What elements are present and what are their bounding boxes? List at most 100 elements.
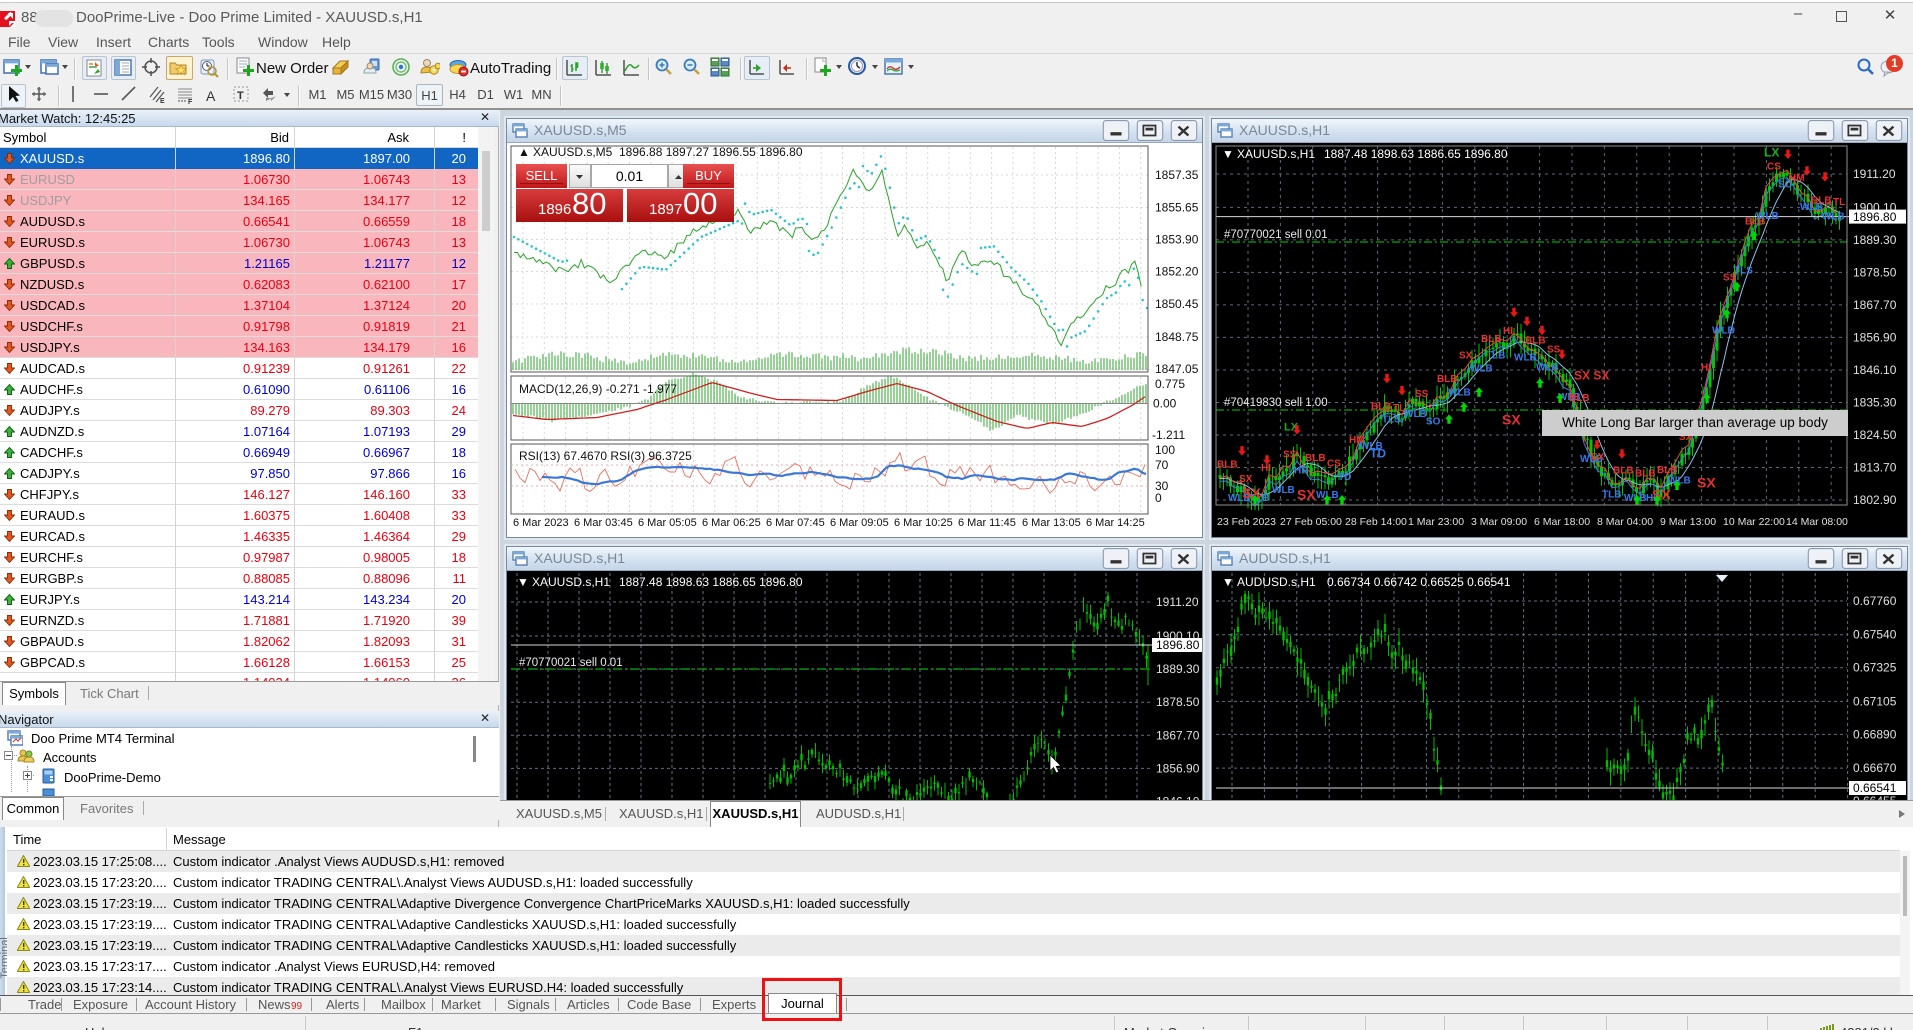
svg-text:WLB: WLB <box>1822 212 1845 223</box>
svg-text:1802.90: 1802.90 <box>1853 493 1897 507</box>
svg-text:WLB: WLB <box>1712 326 1735 337</box>
svg-text:SX: SX <box>1591 452 1605 463</box>
svg-text:1896.80: 1896.80 <box>1156 638 1200 652</box>
svg-text:BLB: BLB <box>1811 196 1832 207</box>
svg-text:8 Mar 04:00: 8 Mar 04:00 <box>1597 516 1653 528</box>
svg-text:28 Feb 14:00: 28 Feb 14:00 <box>1345 516 1407 528</box>
svg-text:SX: SX <box>1459 351 1473 362</box>
svg-text:SX SX: SX SX <box>1574 368 1609 382</box>
svg-text:SS: SS <box>1547 344 1561 355</box>
svg-text:F: F <box>188 99 193 105</box>
svg-text:SS: SS <box>1415 389 1429 400</box>
svg-text:BLB: BLB <box>1525 335 1546 346</box>
svg-text:BLB: BLB <box>1481 334 1502 345</box>
svg-text:1 Mar 23:00: 1 Mar 23:00 <box>1408 516 1464 528</box>
svg-text:1887.48 1898.63 1886.65 1896.8: 1887.48 1898.63 1886.65 1896.80 <box>1324 147 1508 161</box>
svg-text:SX: SX <box>1242 485 1261 501</box>
svg-text:0.66734 0.66742 0.66525 0.6654: 0.66734 0.66742 0.66525 0.66541 <box>1327 575 1511 589</box>
svg-text:0.67540: 0.67540 <box>1853 628 1897 642</box>
svg-text:TD: TD <box>1370 447 1386 461</box>
svg-text:1878.50: 1878.50 <box>1156 695 1200 709</box>
svg-text:#70770021 sell 0.01: #70770021 sell 0.01 <box>1224 229 1328 241</box>
svg-text:0.66541: 0.66541 <box>1853 781 1897 795</box>
svg-text:9 Mar 13:00: 9 Mar 13:00 <box>1660 516 1716 528</box>
svg-text:6 Mar 05:05: 6 Mar 05:05 <box>638 517 697 529</box>
svg-text:1846.10: 1846.10 <box>1853 363 1897 377</box>
svg-text:BLB: BLB <box>1613 465 1634 476</box>
svg-text:SX: SX <box>1297 487 1316 503</box>
svg-text:1867.70: 1867.70 <box>1853 298 1897 312</box>
svg-text:TD: TD <box>1338 472 1351 483</box>
svg-text:▼: ▼ <box>1222 147 1234 161</box>
svg-text:SO: SO <box>1426 417 1441 428</box>
svg-text:6 Mar 09:05: 6 Mar 09:05 <box>830 517 889 529</box>
svg-text:0.66670: 0.66670 <box>1853 761 1897 775</box>
svg-text:1867.70: 1867.70 <box>1156 728 1200 742</box>
svg-text:SX: SX <box>1652 487 1671 503</box>
svg-text:WLB: WLB <box>1404 409 1427 420</box>
svg-text:HI: HI <box>1701 363 1711 374</box>
svg-text:WLB: WLB <box>1272 485 1295 496</box>
svg-text:0.775: 0.775 <box>1155 377 1185 391</box>
svg-text:0.67325: 0.67325 <box>1853 661 1897 675</box>
svg-text:1855.65: 1855.65 <box>1155 201 1199 215</box>
svg-text:1857.35: 1857.35 <box>1155 168 1199 182</box>
svg-text:XAUUSD.s,H1: XAUUSD.s,H1 <box>1237 147 1315 161</box>
svg-text:LX: LX <box>1764 146 1779 160</box>
svg-text:1813.70: 1813.70 <box>1853 461 1897 475</box>
svg-text:MACD(12,26,9) -0.271 -1.977: MACD(12,26,9) -0.271 -1.977 <box>519 382 677 396</box>
svg-text:1887.48 1898.63 1886.65 1896.8: 1887.48 1898.63 1886.65 1896.80 <box>619 575 803 589</box>
svg-text:6 Mar 07:45: 6 Mar 07:45 <box>766 517 825 529</box>
svg-text:23 Feb 2023: 23 Feb 2023 <box>1217 516 1276 528</box>
svg-text:1856.90: 1856.90 <box>1853 330 1897 344</box>
svg-text:1848.75: 1848.75 <box>1155 330 1199 344</box>
svg-text:T: T <box>237 90 244 102</box>
svg-text:-1.211: -1.211 <box>1152 428 1185 442</box>
svg-text:1824.50: 1824.50 <box>1853 428 1897 442</box>
svg-text:#70419830 sell 1.00: #70419830 sell 1.00 <box>1224 397 1328 409</box>
svg-text:6 Mar 03:45: 6 Mar 03:45 <box>574 517 633 529</box>
svg-text:1889.30: 1889.30 <box>1156 662 1200 676</box>
svg-text:10 Mar 22:00: 10 Mar 22:00 <box>1723 516 1785 528</box>
svg-text:#70770021 sell 0.01: #70770021 sell 0.01 <box>519 657 623 669</box>
svg-text:1911.20: 1911.20 <box>1853 167 1896 181</box>
svg-text:0: 0 <box>1155 491 1162 505</box>
svg-text:70: 70 <box>1155 458 1169 472</box>
svg-text:1835.30: 1835.30 <box>1853 396 1897 410</box>
svg-text:WLB: WLB <box>1470 364 1493 375</box>
svg-text:100: 100 <box>1155 443 1175 457</box>
svg-text:LB: LB <box>1492 350 1505 361</box>
svg-text:CS: CS <box>1767 161 1781 172</box>
svg-text:1852.20: 1852.20 <box>1155 265 1199 279</box>
svg-text:BLB: BLB <box>1569 393 1590 404</box>
svg-text:XAUUSD.s,H1: XAUUSD.s,H1 <box>532 575 610 589</box>
svg-text:▼: ▼ <box>1222 575 1234 589</box>
svg-text:SX: SX <box>1697 475 1716 491</box>
svg-text:1853.90: 1853.90 <box>1155 233 1199 247</box>
svg-text:▼: ▼ <box>517 575 529 589</box>
svg-text:1847.05: 1847.05 <box>1155 362 1199 376</box>
svg-text:XAUUSD.s,M5: XAUUSD.s,M5 <box>533 145 613 159</box>
svg-text:TLS: TLS <box>1734 266 1753 277</box>
svg-text:1856.90: 1856.90 <box>1156 761 1200 775</box>
svg-text:HI: HI <box>1503 326 1513 337</box>
svg-text:0.00: 0.00 <box>1153 397 1177 411</box>
svg-text:14 Mar 08:00: 14 Mar 08:00 <box>1786 516 1848 528</box>
svg-text:1896.88 1897.27 1896.55 1896.8: 1896.88 1897.27 1896.55 1896.80 <box>619 145 803 159</box>
svg-text:6 Mar 06:25: 6 Mar 06:25 <box>702 517 761 529</box>
svg-text:6 Mar 11:45: 6 Mar 11:45 <box>958 517 1016 529</box>
svg-text:0.66890: 0.66890 <box>1853 727 1897 741</box>
svg-text:BLB: BLB <box>1635 468 1656 479</box>
svg-text:1878.50: 1878.50 <box>1853 265 1897 279</box>
svg-text:RSI(13) 67.4670 RSI(3) 96.372: RSI(13) 67.4670 RSI(3) 96.3725 <box>519 449 692 463</box>
svg-text:TL: TL <box>1833 197 1845 208</box>
svg-text:WLB: WLB <box>1536 363 1559 374</box>
svg-text:6 Mar 2023: 6 Mar 2023 <box>513 517 569 529</box>
svg-text:1896.80: 1896.80 <box>1853 210 1897 224</box>
svg-text:3 Mar 09:00: 3 Mar 09:00 <box>1471 516 1527 528</box>
svg-text:WLB: WLB <box>1448 388 1471 399</box>
svg-text:HR: HR <box>1294 465 1309 476</box>
svg-text:6 Mar 14:25: 6 Mar 14:25 <box>1086 517 1145 529</box>
svg-text:SS: SS <box>1283 449 1297 460</box>
svg-text:TLS: TLS <box>1382 415 1401 426</box>
